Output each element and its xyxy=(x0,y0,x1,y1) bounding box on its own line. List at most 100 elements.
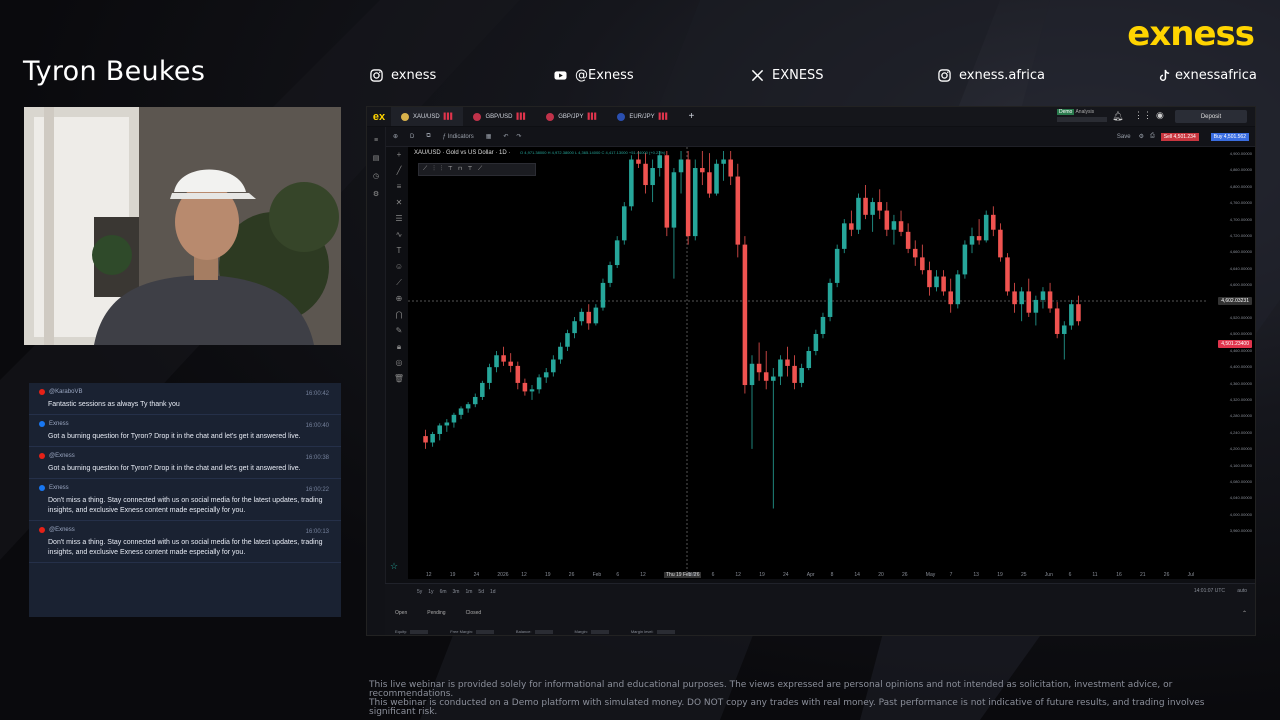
pattern-tool-icon[interactable]: ✕ xyxy=(391,195,407,211)
candle xyxy=(1076,295,1081,326)
price-chart[interactable]: XAU/USD · Gold vs US Dollar · 1D · O 4,9… xyxy=(390,147,1256,579)
candle-body xyxy=(444,422,450,426)
tab-xauusd[interactable]: XAU/USD ▌▌▌ xyxy=(391,107,464,126)
time-display: 14:01:07 UTC xyxy=(1193,588,1225,594)
magnet-tool-icon[interactable]: ⋂ xyxy=(391,307,407,323)
timeframe-button[interactable]: 5d xyxy=(478,589,484,595)
candle xyxy=(976,219,982,245)
drawing-toolbar: + ╱ ≡ ✕ ☰ ∿ T ☺ ⟋ ⊕ ⋂ ✎ 🔒︎ ◎ 🗑︎ xyxy=(391,147,407,587)
undo-icon[interactable]: ↶ xyxy=(503,133,508,140)
account-indicator[interactable]: Demo Analysis xyxy=(1057,109,1107,122)
candle-body xyxy=(742,244,748,386)
trading-terminal: ex XAU/USD ▌▌▌ GBP/USD ▌▌▌ GBP/JPY ▌▌▌ EUR/… xyxy=(366,106,1256,636)
time-axis[interactable]: 12 19 24 2026 12 19 26 Feb 6 12 Thu 19 Feb '26 Mar 6… xyxy=(408,570,1208,582)
candle xyxy=(487,363,492,390)
social-handle: exnessafrica xyxy=(1175,68,1257,83)
time-tick-label: 6 xyxy=(711,572,715,578)
timeframe-button[interactable]: 3m xyxy=(453,589,460,595)
candle-body xyxy=(480,382,485,397)
candle-body xyxy=(508,361,513,366)
fib-tool-icon[interactable]: ☰ xyxy=(391,211,407,227)
time-tick-label: Mar xyxy=(687,572,697,578)
tab-gbpusd[interactable]: GBP/USD ▌▌▌ xyxy=(463,107,536,126)
candle xyxy=(806,346,812,371)
scale-mode-toggle[interactable]: auto xyxy=(1237,588,1247,594)
text-tool-icon[interactable]: T xyxy=(391,243,407,259)
deposit-button[interactable]: Deposit xyxy=(1175,110,1247,123)
bell-icon[interactable]: 🔔︎ xyxy=(1112,111,1123,122)
buy-button[interactable]: Buy 4,501.562 xyxy=(1210,132,1249,141)
chat-timestamp: 16:00:22 xyxy=(305,487,329,493)
social-instagram: exness xyxy=(370,68,436,83)
calendar-icon[interactable]: ◷ xyxy=(367,172,385,180)
timeframe-button[interactable]: 6m xyxy=(440,589,447,595)
layout-icon[interactable]: ▦ xyxy=(486,133,492,140)
order-tab[interactable]: Open xyxy=(395,610,407,616)
timeframe-button[interactable]: 1d xyxy=(490,589,496,595)
candle-body xyxy=(586,311,592,324)
timeframe-button[interactable]: 5y xyxy=(417,589,422,595)
menu-icon[interactable]: ≡ xyxy=(367,137,385,144)
trend-line-tool-icon[interactable]: ╱ xyxy=(391,163,407,179)
emoji-tool-icon[interactable]: ☺ xyxy=(391,259,407,275)
tab-eurjpy[interactable]: EUR/JPY ▌▌▌ xyxy=(607,107,678,126)
candle-type-icon[interactable]: ⧉ xyxy=(426,133,430,140)
wave-tool-icon[interactable]: ∿ xyxy=(391,227,407,243)
candle-body xyxy=(827,282,833,317)
ruler-tool-icon[interactable]: ⟋ xyxy=(391,275,407,291)
sell-button[interactable]: Sell 4,501.234 xyxy=(1160,132,1199,141)
star-icon[interactable]: ☆ xyxy=(390,561,398,572)
candlestick-chart[interactable] xyxy=(408,147,1256,579)
order-tab[interactable]: Pending xyxy=(427,610,445,616)
candle-body xyxy=(962,244,968,275)
timeframe-button[interactable]: 1y xyxy=(428,589,433,595)
plus-circle-icon[interactable]: ⊕ xyxy=(393,133,398,140)
candle-body xyxy=(799,368,804,383)
collapse-icon[interactable]: ⌃ xyxy=(1242,610,1247,617)
save-button[interactable]: Save xyxy=(1117,134,1131,140)
chat-message: Exness 16:00:22 Don't miss a thing. Stay c… xyxy=(29,479,341,521)
zoom-tool-icon[interactable]: ⊕ xyxy=(391,291,407,307)
candle xyxy=(1061,321,1067,360)
indicators-button[interactable]: ƒ Indicators xyxy=(443,134,474,140)
price-tick-label: 4,360.00000 xyxy=(1229,380,1252,386)
candle-body xyxy=(437,425,443,434)
crosshair-tool-icon[interactable]: + xyxy=(391,147,407,163)
price-axis[interactable]: 4,900.00000 4,860.00000 4,800.00000 4,760.0… xyxy=(1208,147,1255,579)
redo-icon[interactable]: ↷ xyxy=(516,133,521,140)
horizontal-line-tool-icon[interactable]: ≡ xyxy=(391,179,407,195)
live-chat-panel[interactable]: @KaraboVB 16:00:42 Fantastic sessions as a… xyxy=(29,383,341,617)
candle-body xyxy=(884,210,890,230)
facebook-icon xyxy=(39,485,45,491)
interval-button[interactable]: D xyxy=(410,134,414,140)
account-field-label: Free Margin: xyxy=(450,629,473,634)
trash-tool-icon[interactable]: 🗑︎ xyxy=(391,371,407,387)
settings-gear-icon[interactable]: ⚙ xyxy=(367,190,385,198)
tab-gbpjpy[interactable]: GBP/JPY ▌▌▌ xyxy=(536,107,607,126)
eye-tool-icon[interactable]: ◎ xyxy=(391,355,407,371)
candle xyxy=(522,378,528,396)
youtube-icon xyxy=(39,453,45,459)
candle xyxy=(664,151,670,237)
social-tiktok: exnessafrica xyxy=(1158,68,1257,83)
candle-body xyxy=(820,316,826,334)
candle xyxy=(1026,278,1032,317)
portfolio-icon[interactable]: ▤ xyxy=(367,154,385,162)
lock-tool-icon[interactable]: 🔒︎ xyxy=(391,339,407,355)
chat-username: @Exness xyxy=(49,453,75,459)
social-handle: EXNESS xyxy=(772,68,824,83)
signal-bars-icon: ▌▌▌ xyxy=(658,113,670,120)
add-tab-button[interactable]: + xyxy=(678,107,704,126)
pencil-tool-icon[interactable]: ✎ xyxy=(391,323,407,339)
candle xyxy=(458,406,464,420)
tab-label: GBP/JPY xyxy=(558,113,584,120)
settings-icon[interactable]: ⚙ xyxy=(1139,133,1144,140)
drawing-mini-toolbar[interactable]: ⟋⋮⋮⊤⊓⊤⟋ xyxy=(418,163,536,176)
order-tab[interactable]: Closed xyxy=(466,610,482,616)
camera-icon[interactable]: ⎙ xyxy=(1150,133,1155,140)
x-icon xyxy=(751,69,764,82)
candle-body xyxy=(983,214,989,241)
account-icon[interactable]: ◉ xyxy=(1156,110,1164,121)
apps-grid-icon[interactable]: ⋮⋮ xyxy=(1134,110,1152,121)
timeframe-button[interactable]: 1m xyxy=(465,589,472,595)
